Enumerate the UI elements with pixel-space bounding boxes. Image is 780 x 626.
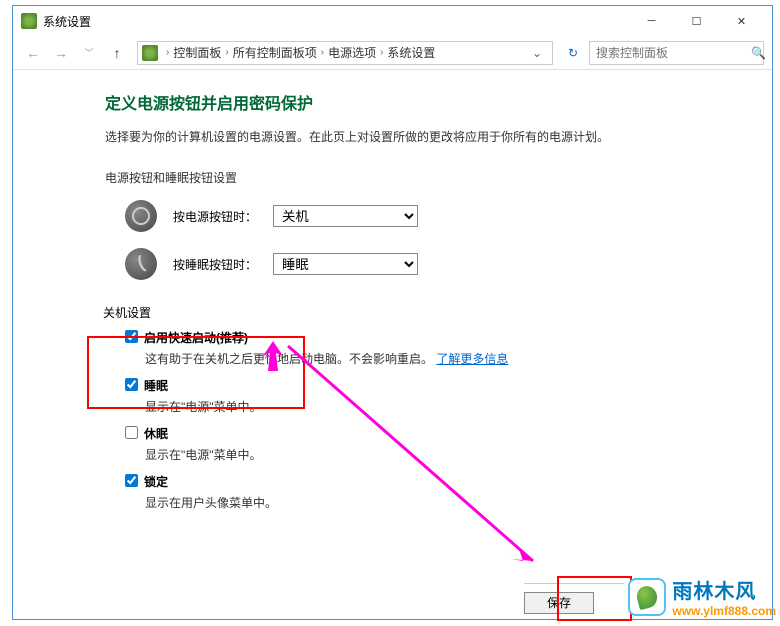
sleep-button-row: 按睡眠按钮时： 睡眠 xyxy=(105,248,732,280)
chevron-right-icon: › xyxy=(221,47,232,58)
sleep-option-label: 睡眠 xyxy=(144,377,168,394)
sleep-icon xyxy=(125,248,157,280)
chevron-right-icon: › xyxy=(317,47,328,58)
breadcrumb-icon xyxy=(142,45,158,61)
watermark: 雨林木风 www.ylmf888.com xyxy=(628,575,776,618)
window-title: 系统设置 xyxy=(43,13,629,30)
navbar: ← → ﹀ ↑ › 控制面板 › 所有控制面板项 › 电源选项 › 系统设置 ⌄… xyxy=(13,36,772,70)
forward-button[interactable]: → xyxy=(49,41,73,65)
power-button-select[interactable]: 关机 xyxy=(273,205,418,227)
chevron-right-icon: › xyxy=(376,47,387,58)
maximize-button[interactable]: ☐ xyxy=(674,7,719,35)
lock-option-label: 锁定 xyxy=(144,473,168,490)
search-input[interactable] xyxy=(596,46,751,60)
save-button-area: 保存 xyxy=(524,583,624,614)
sleep-button-label: 按睡眠按钮时： xyxy=(173,256,273,273)
chevron-down-icon[interactable]: ⌄ xyxy=(526,46,548,60)
sleep-button-select[interactable]: 睡眠 xyxy=(273,253,418,275)
section-label-shutdown: 关机设置 xyxy=(103,304,732,321)
page-title: 定义电源按钮并启用密码保护 xyxy=(105,90,732,114)
minimize-button[interactable]: ─ xyxy=(629,7,674,35)
power-button-label: 按电源按钮时： xyxy=(173,208,273,225)
hibernate-option-desc: 显示在"电源"菜单中。 xyxy=(105,446,732,463)
sleep-option-row: 睡眠 xyxy=(105,377,732,394)
section-label-buttons: 电源按钮和睡眠按钮设置 xyxy=(105,169,732,186)
learn-more-link[interactable]: 了解更多信息 xyxy=(436,352,508,366)
lock-option-desc: 显示在用户头像菜单中。 xyxy=(105,494,732,511)
fast-startup-desc: 这有助于在关机之后更快地启动电脑。不会影响重启。 了解更多信息 xyxy=(105,350,732,367)
watermark-brand: 雨林木风 xyxy=(672,575,776,604)
sleep-checkbox[interactable] xyxy=(125,378,138,391)
breadcrumb[interactable]: › 控制面板 › 所有控制面板项 › 电源选项 › 系统设置 ⌄ xyxy=(137,41,553,65)
content-area: 定义电源按钮并启用密码保护 选择要为你的计算机设置的电源设置。在此页上对设置所做… xyxy=(13,70,772,541)
sleep-option-desc: 显示在"电源"菜单中。 xyxy=(105,398,732,415)
back-button[interactable]: ← xyxy=(21,41,45,65)
settings-window: 系统设置 ─ ☐ ✕ ← → ﹀ ↑ › 控制面板 › 所有控制面板项 › 电源… xyxy=(12,5,773,620)
power-button-row: 按电源按钮时： 关机 xyxy=(105,200,732,232)
watermark-logo-icon xyxy=(628,578,666,616)
breadcrumb-item[interactable]: 控制面板 xyxy=(173,44,221,61)
app-icon xyxy=(21,13,37,29)
fast-startup-label: 启用快速启动(推荐) xyxy=(144,329,248,346)
hibernate-checkbox[interactable] xyxy=(125,426,138,439)
fast-startup-row: 启用快速启动(推荐) xyxy=(105,329,732,346)
search-icon: 🔍 xyxy=(751,46,766,60)
lock-checkbox[interactable] xyxy=(125,474,138,487)
titlebar: 系统设置 ─ ☐ ✕ xyxy=(13,6,772,36)
save-button[interactable]: 保存 xyxy=(524,592,594,614)
fast-startup-checkbox[interactable] xyxy=(125,330,138,343)
chevron-right-icon: › xyxy=(162,47,173,58)
breadcrumb-item[interactable]: 系统设置 xyxy=(387,44,435,61)
close-button[interactable]: ✕ xyxy=(719,7,764,35)
search-box[interactable]: 🔍 xyxy=(589,41,764,65)
lock-option-row: 锁定 xyxy=(105,473,732,490)
hibernate-option-label: 休眠 xyxy=(144,425,168,442)
up-button[interactable]: ↑ xyxy=(105,41,129,65)
dropdown-history-button[interactable]: ﹀ xyxy=(77,41,101,65)
breadcrumb-item[interactable]: 电源选项 xyxy=(328,44,376,61)
watermark-url: www.ylmf888.com xyxy=(672,604,776,618)
hibernate-option-row: 休眠 xyxy=(105,425,732,442)
refresh-button[interactable]: ↻ xyxy=(561,41,585,65)
page-subtitle: 选择要为你的计算机设置的电源设置。在此页上对设置所做的更改将应用于你所有的电源计… xyxy=(105,128,732,145)
power-icon xyxy=(125,200,157,232)
breadcrumb-item[interactable]: 所有控制面板项 xyxy=(233,44,317,61)
